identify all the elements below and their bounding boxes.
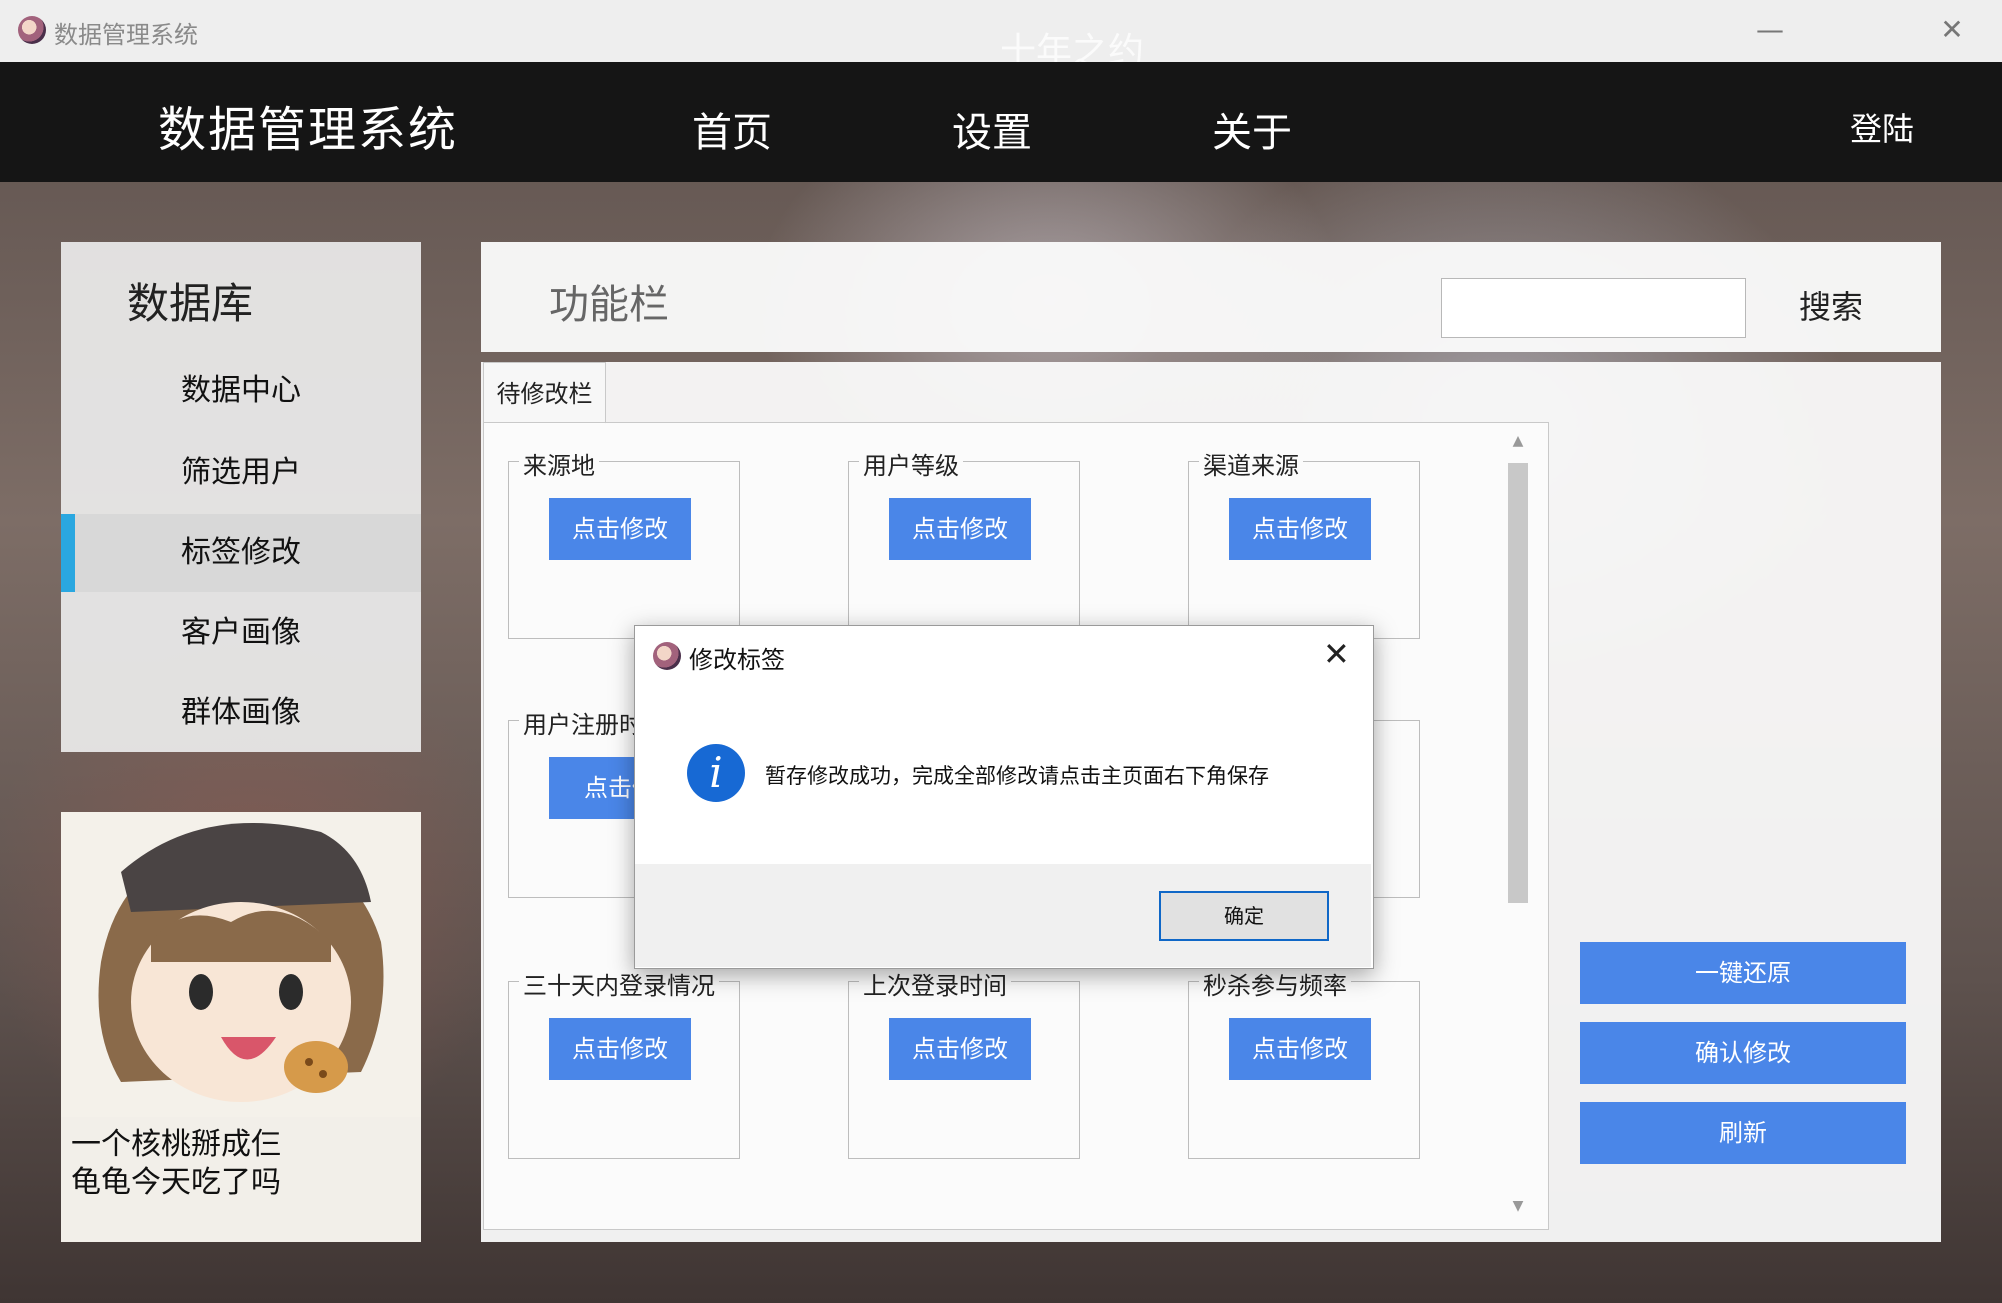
edit-tag-dialog: 修改标签 ✕ i 暂存修改成功，完成全部修改请点击主页面右下角保存 确定 [634, 625, 1374, 969]
nav-item-about[interactable]: 关于 [1212, 100, 1292, 158]
window-title: 数据管理系统 [54, 21, 198, 49]
sidebar-item-label: 群体画像 [181, 695, 301, 730]
group-last-login: 上次登录时间 点击修改 [848, 966, 1080, 1159]
sidebar-item-filter-users[interactable]: 筛选用户 [61, 434, 421, 512]
edit-source-location-button[interactable]: 点击修改 [549, 498, 691, 560]
nav-item-settings[interactable]: 设置 [952, 100, 1032, 158]
scroll-thumb[interactable] [1508, 463, 1528, 903]
caption-line: 一个核桃掰成仨 [71, 1127, 281, 1162]
refresh-button[interactable]: 刷新 [1580, 1102, 1906, 1164]
sidebar: 数据库 数据中心 筛选用户 标签修改 客户画像 群体画像 [61, 242, 421, 752]
search-button[interactable]: 搜索 [1799, 282, 1863, 328]
sidebar-item-label: 客户画像 [181, 615, 301, 650]
group-flash-sale-frequency: 秒杀参与频率 点击修改 [1188, 966, 1420, 1159]
nav-item-home[interactable]: 首页 [692, 100, 772, 158]
function-bar-title: 功能栏 [549, 282, 669, 328]
reset-all-button[interactable]: 一键还原 [1580, 942, 1906, 1004]
tab-pending-edits[interactable]: 待修改栏 [483, 362, 606, 424]
sidebar-title: 数据库 [127, 279, 254, 328]
edit-last-login-button[interactable]: 点击修改 [889, 1018, 1031, 1080]
window-titlebar: 数据管理系统 十年之约 — ✕ [0, 0, 2002, 72]
caption-line: 龟龟今天吃了吗 [71, 1165, 281, 1200]
confirm-edit-button[interactable]: 确认修改 [1580, 1022, 1906, 1084]
vertical-scrollbar[interactable]: ▲ ▼ [1504, 433, 1532, 1218]
brand-title: 数据管理系统 [158, 102, 459, 158]
group-channel-source: 渠道来源 点击修改 [1188, 446, 1420, 639]
avatar [61, 812, 421, 1117]
dialog-app-icon [653, 642, 681, 670]
sidebar-item-data-center[interactable]: 数据中心 [61, 352, 421, 430]
avatar-card: 一个核桃掰成仨 龟龟今天吃了吗 [61, 812, 421, 1242]
group-label: 渠道来源 [1199, 446, 1303, 481]
group-user-level: 用户等级 点击修改 [848, 446, 1080, 639]
sidebar-item-label: 标签修改 [181, 535, 301, 570]
edit-30day-login-button[interactable]: 点击修改 [549, 1018, 691, 1080]
scroll-up-arrow-icon[interactable]: ▲ [1504, 433, 1532, 453]
edit-user-level-button[interactable]: 点击修改 [889, 498, 1031, 560]
dialog-footer: 确定 [635, 864, 1371, 967]
sidebar-item-tag-edit[interactable]: 标签修改 [61, 514, 421, 592]
info-icon: i [687, 744, 745, 802]
sidebar-item-group-profile[interactable]: 群体画像 [61, 674, 421, 752]
avatar-caption: 一个核桃掰成仨 龟龟今天吃了吗 [71, 1126, 281, 1202]
function-bar: 功能栏 搜索 [481, 242, 1941, 352]
scroll-down-arrow-icon[interactable]: ▼ [1504, 1198, 1532, 1218]
dialog-message: 暂存修改成功，完成全部修改请点击主页面右下角保存 [765, 764, 1269, 788]
sidebar-item-label: 筛选用户 [181, 455, 301, 490]
group-label: 来源地 [519, 446, 599, 481]
login-link[interactable]: 登陆 [1850, 104, 1914, 150]
group-30day-login: 三十天内登录情况 点击修改 [508, 966, 740, 1159]
app-avatar-icon [18, 16, 46, 44]
sidebar-item-label: 数据中心 [181, 373, 301, 408]
group-label: 上次登录时间 [859, 966, 1011, 1001]
group-label: 三十天内登录情况 [519, 966, 719, 1001]
top-navbar: 数据管理系统 首页 设置 关于 登陆 [0, 62, 2002, 182]
group-label: 用户注册时 [519, 705, 647, 740]
edit-flash-sale-frequency-button[interactable]: 点击修改 [1229, 1018, 1371, 1080]
edit-channel-source-button[interactable]: 点击修改 [1229, 498, 1371, 560]
dialog-title: 修改标签 [689, 646, 785, 674]
search-input[interactable] [1441, 278, 1746, 338]
group-label: 秒杀参与频率 [1199, 966, 1351, 1001]
group-source-location: 来源地 点击修改 [508, 446, 740, 639]
dialog-close-icon[interactable]: ✕ [1323, 634, 1350, 674]
minimize-button[interactable]: — [1748, 10, 1792, 50]
sidebar-item-customer-profile[interactable]: 客户画像 [61, 594, 421, 672]
ok-button[interactable]: 确定 [1159, 891, 1329, 941]
group-label: 用户等级 [859, 446, 963, 481]
close-window-button[interactable]: ✕ [1930, 10, 1974, 50]
